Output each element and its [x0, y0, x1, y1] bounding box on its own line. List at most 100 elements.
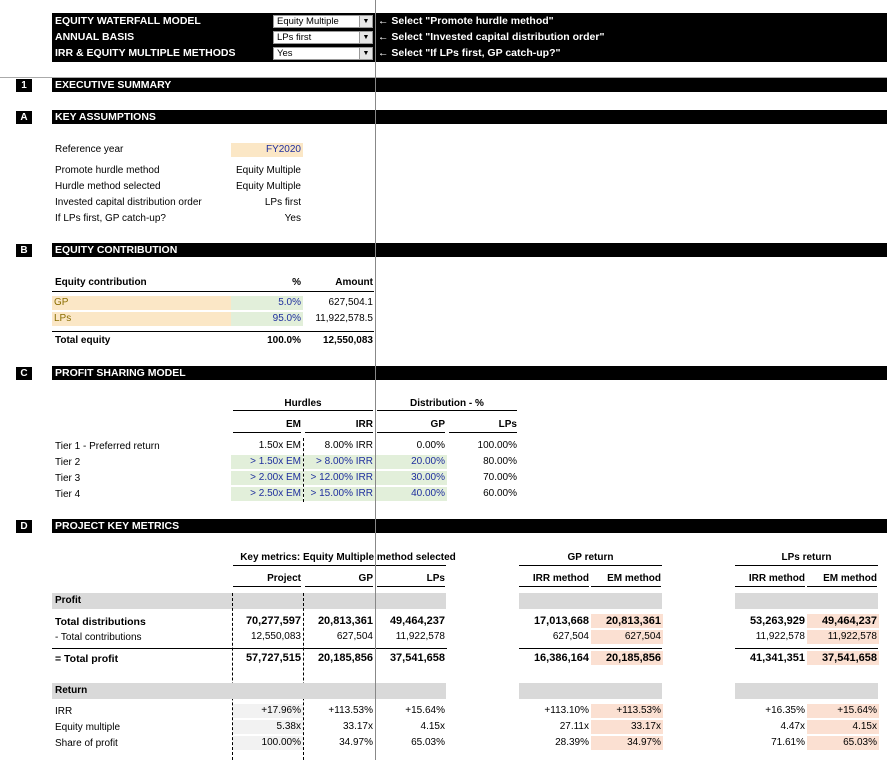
col-lps-header: LPs [498, 419, 517, 430]
share-of-profit-project: 100.00% [233, 736, 303, 750]
total-profit-gp-em: 20,185,856 [591, 651, 663, 665]
section-a-title: KEY ASSUMPTIONS [52, 110, 887, 124]
return-band-lps [735, 683, 878, 699]
chevron-down-icon[interactable]: ▼ [359, 32, 372, 43]
equity-total-label: Total equity [55, 335, 111, 346]
equity-row-lps-amount: 11,922,578.5 [315, 313, 373, 324]
total-distributions-lp-em: 49,464,237 [807, 614, 879, 628]
irr-gp-irr: +113.10% [544, 705, 589, 716]
promote-hurdle-dropdown[interactable]: Equity Multiple ▼ [273, 15, 373, 28]
section-c-title: PROFIT SHARING MODEL [52, 366, 887, 380]
irr-project: +17.96% [233, 704, 303, 718]
gp-catchup-dropdown[interactable]: Yes ▼ [273, 47, 373, 60]
tier-2-gp[interactable]: 20.00% [376, 455, 447, 469]
tier-4-em[interactable]: > 2.50x EM [231, 487, 303, 501]
col-lp-irr-method-header: IRR method [748, 573, 805, 584]
tier-2-lps: 80.00% [483, 456, 517, 467]
share-of-profit-lp-em: 65.03% [807, 736, 879, 750]
assumption-value-2: LPs first [264, 197, 301, 208]
distribution-order-value: LPs first [277, 32, 312, 43]
section-a-number: A [16, 111, 32, 124]
equity-row-lps-pct[interactable]: 95.0% [231, 312, 303, 326]
tier-4-irr[interactable]: > 15.00% IRR [304, 487, 375, 501]
profit-band-lps [735, 593, 878, 609]
total-contributions-gp: 627,504 [336, 631, 373, 642]
equity-multiple-project: 5.38x [233, 720, 303, 734]
chevron-down-icon[interactable]: ▼ [359, 16, 372, 27]
equity-multiple-gp-em: 33.17x [591, 720, 663, 734]
section-b-number: B [16, 244, 32, 257]
col-gp-header: GP [430, 419, 445, 430]
tier-4-lps: 60.00% [483, 488, 517, 499]
equity-header-label: Equity contribution [55, 277, 147, 288]
tier-3-gp[interactable]: 30.00% [376, 471, 447, 485]
equity-total-pct: 100.0% [267, 335, 301, 346]
total-profit-gp: 20,185,856 [317, 652, 373, 664]
tier-1-gp: 0.00% [416, 440, 445, 451]
distribution-order-dropdown[interactable]: LPs first ▼ [273, 31, 373, 44]
tier-1-label: Tier 1 - Preferred return [55, 441, 160, 452]
share-of-profit-lps: 65.03% [411, 737, 445, 748]
promote-hurdle-value: Equity Multiple [277, 16, 339, 27]
section-c-number: C [16, 367, 32, 380]
total-contributions-lps: 11,922,578 [395, 631, 445, 642]
total-distributions-gp-em: 20,813,361 [591, 614, 663, 628]
hurdles-group-rule [233, 410, 373, 411]
total-contributions-gp-irr: 627,504 [552, 631, 589, 642]
equity-multiple-lp-em: 4.15x [807, 720, 879, 734]
tier-3-irr[interactable]: > 12.00% IRR [304, 471, 375, 485]
metrics-col-rule-3 [377, 586, 445, 587]
share-of-profit-gp: 34.97% [339, 737, 373, 748]
tier-header-rule-2 [305, 432, 373, 433]
tier-3-label: Tier 3 [55, 473, 81, 484]
total-contributions-lp-irr: 11,922,578 [755, 631, 805, 642]
assumption-label-2: Invested capital distribution order [55, 197, 202, 208]
tier-4-label: Tier 4 [55, 489, 81, 500]
col-lp-em-method-header: EM method [823, 573, 877, 584]
total-contributions-project: 12,550,083 [250, 631, 301, 642]
section-d-title: PROJECT KEY METRICS [52, 519, 887, 533]
equity-row-gp-label: GP [52, 296, 231, 310]
tier-2-em[interactable]: > 1.50x EM [231, 455, 303, 469]
equity-header-pct: % [292, 277, 301, 288]
return-band-gp [519, 683, 662, 699]
total-distributions-lps: 49,464,237 [389, 615, 445, 627]
header-label-2: IRR & EQUITY MULTIPLE METHODS [55, 47, 236, 59]
total-profit-project: 57,727,515 [245, 652, 301, 664]
distribution-group-rule [377, 410, 517, 411]
metrics-col-rule-6 [735, 586, 805, 587]
freeze-pane-line [375, 0, 376, 760]
total-profit-rule-gp [519, 648, 662, 649]
lps-return-group-rule [735, 565, 878, 566]
equity-total-rule [52, 331, 374, 332]
header-hint-0: ← Select "Promote hurdle method" [378, 15, 554, 27]
equity-multiple-gp-irr: 27.11x [559, 721, 589, 732]
key-metrics-group-header: Key metrics: Equity Multiple method sele… [240, 552, 456, 563]
header-hint-1: ← Select "Invested capital distribution … [378, 31, 605, 43]
total-profit-rule-lps [735, 648, 878, 649]
tier-4-gp[interactable]: 40.00% [376, 487, 447, 501]
col-project-header: Project [267, 573, 301, 584]
irr-label: IRR [55, 706, 73, 717]
reference-year-input[interactable]: FY2020 [231, 143, 303, 157]
tier-3-em[interactable]: > 2.00x EM [231, 471, 303, 485]
tier-2-irr[interactable]: > 8.00% IRR [304, 455, 375, 469]
total-distributions-label: Total distributions [55, 616, 146, 628]
tier-1-lps: 100.00% [477, 440, 517, 451]
assumption-label-1: Hurdle method selected [55, 181, 161, 192]
chevron-down-icon[interactable]: ▼ [359, 48, 372, 59]
lps-return-group-header: LPs return [781, 552, 832, 563]
col-em-header: EM [286, 419, 301, 430]
total-profit-lp-irr: 41,341,351 [749, 652, 805, 664]
tier-1-irr: 8.00% IRR [324, 440, 373, 451]
equity-row-gp-pct[interactable]: 5.0% [231, 296, 303, 310]
tier-2-label: Tier 2 [55, 457, 81, 468]
section-d-number: D [16, 520, 32, 533]
equity-multiple-lp-irr: 4.47x [780, 721, 805, 732]
share-of-profit-lp-irr: 71.61% [771, 737, 805, 748]
metrics-col-rule-4 [519, 586, 589, 587]
assumption-value-3: Yes [284, 213, 301, 224]
reference-year-label: Reference year [55, 144, 124, 155]
equity-header-amount: Amount [335, 277, 373, 288]
return-band [52, 683, 446, 699]
